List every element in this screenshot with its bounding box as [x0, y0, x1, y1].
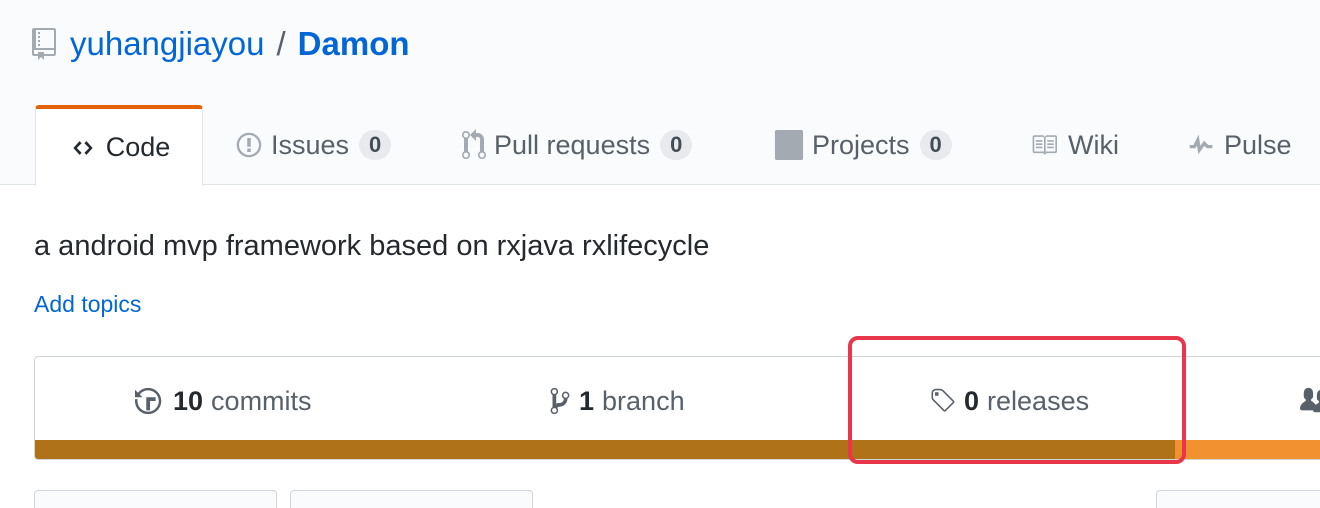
project-icon: [774, 130, 804, 160]
repo-name-link[interactable]: Damon: [298, 25, 410, 63]
tab-pull-requests[interactable]: Pull requests 0: [462, 105, 693, 185]
repo-description: a android mvp framework based on rxjava …: [34, 230, 710, 262]
issue-icon: [235, 131, 263, 159]
repo-nav-tabs: Code Issues 0 Pull requests 0 Projects 0: [0, 105, 1320, 186]
tab-label: Projects: [812, 129, 910, 160]
tab-code[interactable]: Code: [35, 105, 203, 186]
tab-label: Code: [105, 132, 171, 162]
tab-wiki[interactable]: Wiki: [1028, 105, 1119, 185]
repo-header: yuhangjiayou / Damon Code Issues 0 Pull …: [0, 0, 1320, 186]
branches-count: 1: [579, 385, 595, 416]
commits-count: 10: [173, 385, 204, 416]
tab-label: Wiki: [1068, 129, 1119, 160]
path-separator: /: [276, 25, 286, 62]
pulse-icon: [1186, 132, 1216, 158]
issues-counter: 0: [359, 130, 392, 160]
tab-issues[interactable]: Issues 0: [235, 105, 392, 185]
code-icon: [68, 137, 98, 159]
commits-label: commits: [211, 385, 312, 416]
book-icon: [1028, 132, 1060, 158]
branch-select-button[interactable]: [34, 490, 277, 508]
pulls-counter: 0: [660, 130, 693, 160]
history-icon: [135, 386, 165, 416]
contributors-stat[interactable]: [1299, 381, 1320, 421]
repo-title: yuhangjiayou / Damon: [32, 22, 410, 66]
new-pull-request-button[interactable]: [290, 490, 533, 508]
people-icon: [1299, 386, 1320, 416]
branches-label: branch: [602, 385, 685, 416]
projects-counter: 0: [919, 130, 952, 160]
language-bar-secondary: [1175, 440, 1320, 459]
commits-stat[interactable]: 10 commits: [135, 381, 312, 421]
highlight-annotation: [848, 336, 1186, 464]
add-topics-link[interactable]: Add topics: [34, 291, 141, 318]
tab-label: Pull requests: [494, 129, 651, 160]
tab-label: Issues: [271, 129, 350, 160]
branches-stat[interactable]: 1 branch: [549, 381, 685, 421]
git-branch-icon: [549, 386, 571, 416]
tab-pulse[interactable]: Pulse: [1186, 105, 1292, 185]
repo-owner-link[interactable]: yuhangjiayou: [70, 25, 265, 63]
clone-download-button[interactable]: [1156, 490, 1320, 508]
tab-label: Pulse: [1224, 129, 1292, 160]
pull-request-icon: [462, 129, 486, 161]
repo-icon: [32, 27, 58, 61]
tab-projects[interactable]: Projects 0: [774, 105, 952, 185]
